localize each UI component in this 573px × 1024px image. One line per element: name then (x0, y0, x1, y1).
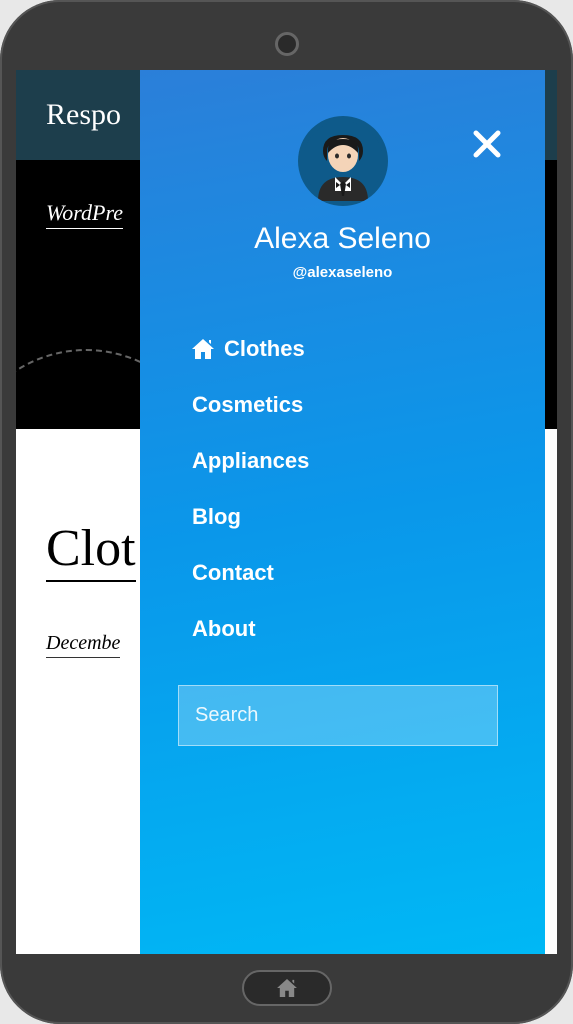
drawer-menu: Clothes Cosmetics Appliances Blog Contac… (170, 321, 515, 657)
camera-icon (275, 32, 299, 56)
search-container (178, 685, 498, 746)
menu-item-label: Contact (192, 560, 274, 586)
menu-item-label: Clothes (224, 336, 305, 362)
avatar[interactable] (298, 116, 388, 206)
menu-item-cosmetics[interactable]: Cosmetics (192, 377, 515, 433)
menu-item-label: About (192, 616, 256, 642)
menu-item-label: Cosmetics (192, 392, 303, 418)
header-title: Respo (46, 98, 121, 131)
post-date[interactable]: Decembe (46, 632, 120, 658)
search-input[interactable] (178, 685, 498, 746)
home-icon (192, 339, 224, 359)
menu-item-appliances[interactable]: Appliances (192, 433, 515, 489)
menu-item-contact[interactable]: Contact (192, 545, 515, 601)
page-title: Clot (46, 519, 136, 582)
close-button[interactable] (467, 124, 507, 164)
user-handle: @alexaseleno (170, 264, 515, 281)
avatar-icon (303, 121, 383, 201)
menu-item-blog[interactable]: Blog (192, 489, 515, 545)
menu-item-clothes[interactable]: Clothes (192, 321, 515, 377)
screen-viewport[interactable]: Respo WordPre Clot Decembe (16, 70, 557, 954)
home-button[interactable] (242, 970, 332, 1006)
menu-item-label: Blog (192, 504, 241, 530)
close-icon (471, 128, 503, 160)
menu-item-label: Appliances (192, 448, 309, 474)
home-icon (277, 979, 297, 997)
menu-item-about[interactable]: About (192, 601, 515, 657)
device-frame: Respo WordPre Clot Decembe (0, 0, 573, 1024)
user-name: Alexa Seleno (170, 222, 515, 256)
navigation-drawer: Alexa Seleno @alexaseleno Clothes Cosmet… (140, 70, 545, 954)
banner-link[interactable]: WordPre (46, 200, 123, 229)
drawer-header (170, 116, 515, 206)
